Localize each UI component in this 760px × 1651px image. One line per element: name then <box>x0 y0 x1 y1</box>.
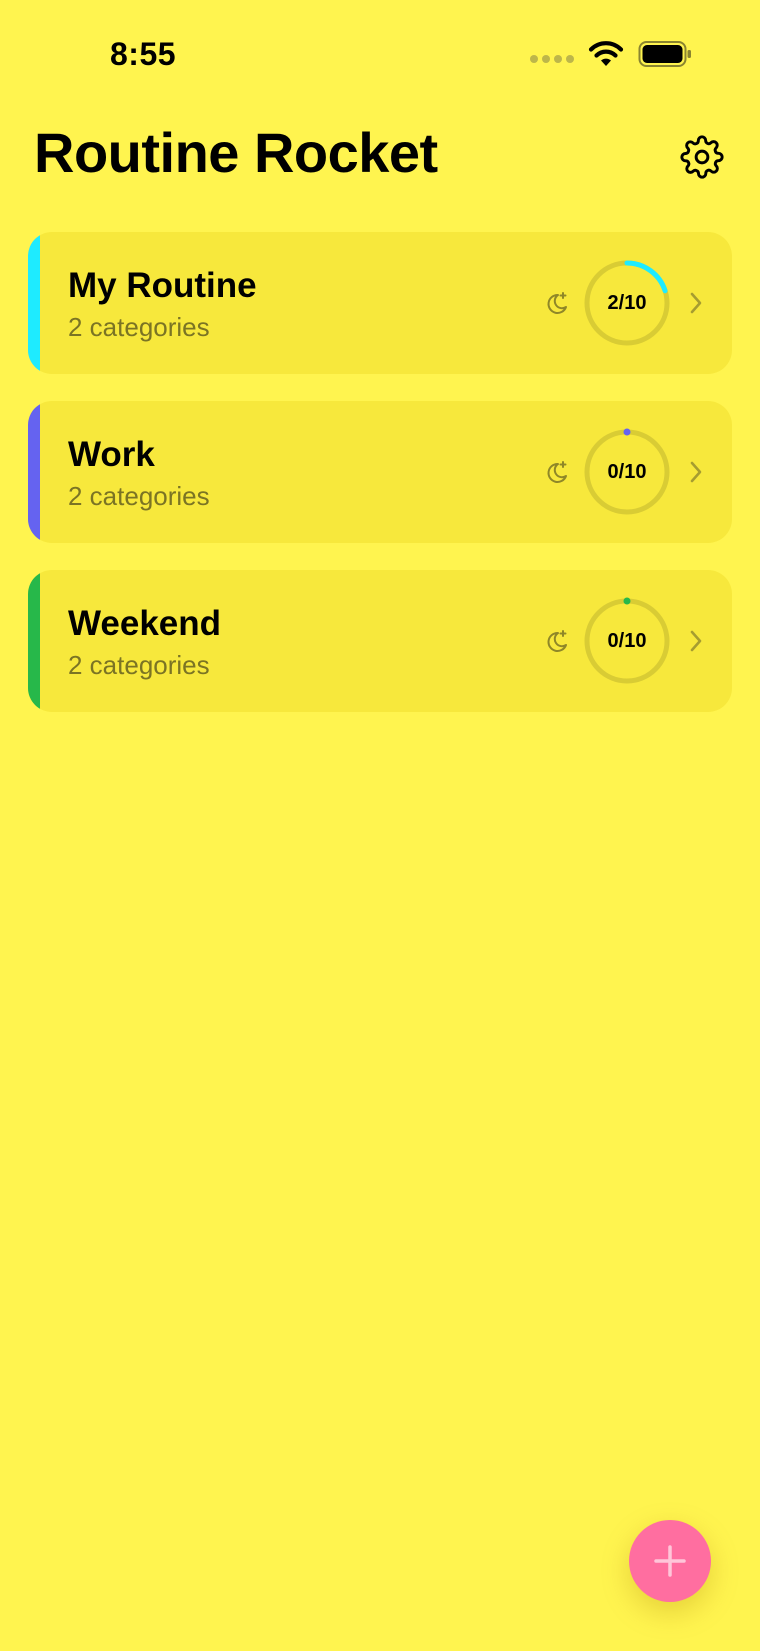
moon-stars-icon <box>547 292 567 314</box>
wifi-icon <box>588 41 624 66</box>
routine-name: Weekend <box>68 604 222 643</box>
routine-accent-bar <box>28 232 40 374</box>
moon-stars-icon <box>547 630 567 652</box>
plus-icon <box>654 1545 686 1577</box>
gear-icon <box>680 135 724 179</box>
routine-accent-bar <box>28 570 40 712</box>
chevron-right-icon <box>690 292 702 314</box>
page-title: Routine Rocket <box>34 121 438 184</box>
routine-card-my-routine[interactable]: My Routine 2 categories 2/10 <box>28 232 732 374</box>
status-bar: 8:55 <box>0 0 760 110</box>
status-time: 8:55 <box>110 36 177 72</box>
routine-accent-bar <box>28 401 40 543</box>
routine-card-work[interactable]: Work 2 categories 0/10 <box>28 401 732 543</box>
status-icons <box>530 40 692 68</box>
routine-name: My Routine <box>68 266 257 305</box>
routine-category-count: 2 categories <box>68 312 210 342</box>
progress-label: 2/10 <box>607 291 647 314</box>
add-routine-button[interactable] <box>629 1520 711 1602</box>
chevron-right-icon <box>690 461 702 483</box>
battery-icon <box>638 41 691 67</box>
progress-label: 0/10 <box>607 460 647 483</box>
progress-label: 0/10 <box>607 629 647 652</box>
chevron-right-icon <box>690 630 702 652</box>
cellular-signal-icon <box>530 55 574 63</box>
routine-category-count: 2 categories <box>68 650 210 680</box>
moon-stars-icon <box>547 461 567 483</box>
routine-category-count: 2 categories <box>68 481 210 511</box>
routine-list: My Routine 2 categories 2/10 Work 2 cate… <box>28 232 732 739</box>
routine-name: Work <box>68 435 155 474</box>
routine-card-weekend[interactable]: Weekend 2 categories 0/10 <box>28 570 732 712</box>
settings-button[interactable] <box>680 135 724 179</box>
